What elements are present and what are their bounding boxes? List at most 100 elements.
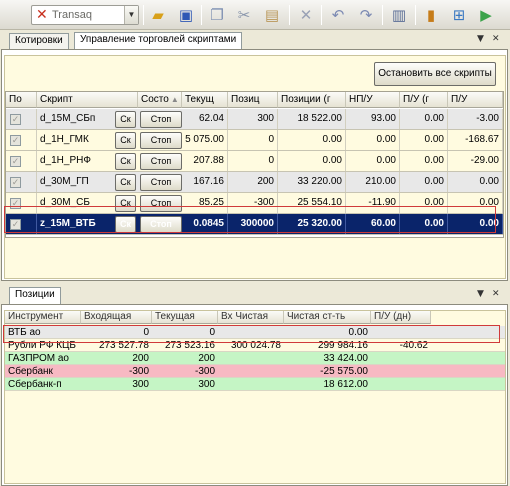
script-row[interactable]: ✓ d_1H_РНФ Ск Стоп 207.88 0 0.00 0.00 0.00 -29.00: [6, 151, 503, 172]
column-header[interactable]: П/У: [448, 92, 503, 108]
checkbox[interactable]: ✓: [10, 114, 21, 125]
close-icon[interactable]: ✕: [492, 289, 500, 299]
cell-posv: 33 220.00: [278, 172, 346, 192]
column-header[interactable]: НП/У: [346, 92, 400, 108]
sort-asc-icon: ▲: [170, 95, 179, 104]
column-header[interactable]: П/У (дн): [371, 311, 431, 324]
script-row[interactable]: ✓ d_15M_СБп Ск Стоп 62.04 300 18 522.00 93.00 0.…: [6, 109, 503, 130]
enabled-cell: ✓: [6, 109, 37, 129]
stop-script-button[interactable]: Стоп: [140, 132, 182, 149]
column-header[interactable]: Состо ▲: [138, 92, 182, 108]
cell-cur: 167.16: [182, 172, 228, 192]
column-header[interactable]: Инструмент: [5, 311, 81, 324]
column-header[interactable]: Текущая: [152, 311, 218, 324]
cell-pos: 0: [228, 130, 278, 150]
column-header[interactable]: Входящая: [81, 311, 152, 324]
cell-name: Сбербанк: [8, 366, 53, 377]
stop-script-button[interactable]: Стоп: [140, 111, 182, 128]
column-header[interactable]: Чистая ст-ть: [284, 311, 371, 324]
cell-pug: 0.00: [400, 151, 448, 171]
column-header[interactable]: Позиции (г: [278, 92, 346, 108]
cell-in: 200: [132, 353, 149, 364]
stop-script-button[interactable]: Стоп: [140, 153, 182, 170]
tab-positions[interactable]: Позиции: [9, 287, 61, 304]
tab-script-trading[interactable]: Управление торговлей скриптами: [74, 32, 243, 49]
script-row[interactable]: ✓ d_30M_ГП Ск Стоп 167.16 200 33 220.00 210.00 0…: [6, 172, 503, 193]
top-tabbar: Котировки Управление торговлей скриптами…: [1, 32, 508, 49]
cell-posv: 18 522.00: [278, 109, 346, 129]
cell-pos: 300: [228, 109, 278, 129]
cell-pug: 0.00: [400, 130, 448, 150]
cell-cur: 62.04: [182, 109, 228, 129]
cell-pu: -3.00: [448, 109, 503, 129]
cell-pu: [371, 378, 431, 391]
stop-script-button[interactable]: Стоп: [140, 174, 182, 191]
cell-innet: [218, 352, 284, 365]
toolbar-divider: [289, 5, 290, 25]
save-icon[interactable]: ▣: [176, 5, 196, 25]
column-header[interactable]: Текущ: [182, 92, 228, 108]
cell-pu: [371, 365, 431, 378]
cell-name: Сбербанк-п: [8, 379, 62, 390]
checkbox[interactable]: ✓: [10, 177, 21, 188]
cell-posv: 0.00: [278, 130, 346, 150]
column-header[interactable]: Позиц: [228, 92, 278, 108]
position-row[interactable]: Сбербанк -300 -300 -25 575.00: [5, 365, 505, 378]
cell-posv: 0.00: [278, 151, 346, 171]
script-settings-button[interactable]: Ск: [115, 153, 136, 170]
connection-name: Transaq: [52, 9, 92, 21]
cell-innet: [218, 378, 284, 391]
script-settings-button[interactable]: Ск: [115, 174, 136, 191]
transaq-logo-icon: ✕: [36, 7, 48, 23]
main-toolbar: ✕ Transaq ▼ ▰ ▣ ❐ ✂ ▤ ✕ ↶ ↷ ▥ ▮ ⊞ ▶: [0, 0, 510, 30]
column-header[interactable]: Скрипт: [37, 92, 138, 108]
bottom-tabbar: Позиции ▼ ✕: [1, 287, 508, 304]
position-row[interactable]: ГАЗПРОМ ао 200 200 33 424.00: [5, 352, 505, 365]
cut-icon[interactable]: ✂: [234, 5, 254, 25]
cell-name: ГАЗПРОМ ао: [8, 353, 69, 364]
cell-cur: 300: [198, 379, 215, 390]
cell-npu: 93.00: [346, 109, 400, 129]
open-folder-icon[interactable]: ▰: [148, 5, 168, 25]
column-header[interactable]: По: [6, 92, 37, 108]
script-settings-button[interactable]: Ск: [115, 111, 136, 128]
connection-selector[interactable]: ✕ Transaq ▼: [31, 5, 139, 25]
enabled-cell: ✓: [6, 172, 37, 192]
checkbox[interactable]: ✓: [10, 156, 21, 167]
column-header[interactable]: Вх Чистая: [218, 311, 284, 324]
cell-cur: 5 075.00: [182, 130, 228, 150]
delete-icon[interactable]: ✕: [296, 5, 316, 25]
cell-cur: -300: [194, 366, 215, 377]
position-row[interactable]: Сбербанк-п 300 300 18 612.00: [5, 378, 505, 391]
copy-icon[interactable]: ❐: [207, 5, 227, 25]
cell-cur: 200: [198, 353, 215, 364]
document-icon[interactable]: ▥: [389, 5, 409, 25]
cell-pos: 0: [228, 151, 278, 171]
chevron-down-icon[interactable]: ▼: [124, 6, 138, 24]
cell-in: 300: [132, 379, 149, 390]
cell-pu: 0.00: [448, 172, 503, 192]
toolbar-divider: [201, 5, 202, 25]
close-icon[interactable]: ✕: [492, 34, 500, 44]
play-icon[interactable]: ▶: [476, 5, 496, 25]
tab-quotes[interactable]: Котировки: [9, 33, 69, 49]
chart-icon[interactable]: ▮: [421, 5, 441, 25]
chevron-down-icon[interactable]: ▼: [477, 289, 484, 299]
toolbar-divider: [415, 5, 416, 25]
script-settings-button[interactable]: Ск: [115, 132, 136, 149]
column-header[interactable]: П/У (г: [400, 92, 448, 108]
chevron-down-icon[interactable]: ▼: [477, 34, 484, 44]
script-row[interactable]: ✓ d_1H_ГМК Ск Стоп 5 075.00 0 0.00 0.00 0.00 -168…: [6, 130, 503, 151]
undo-icon[interactable]: ↶: [328, 5, 348, 25]
stop-all-scripts-button[interactable]: Остановить все скрипты: [374, 62, 496, 86]
cell-pos: 200: [228, 172, 278, 192]
cell-innet: [218, 365, 284, 378]
tree-icon[interactable]: ⊞: [449, 5, 469, 25]
redo-icon[interactable]: ↷: [356, 5, 376, 25]
paste-icon[interactable]: ▤: [262, 5, 282, 25]
enabled-cell: ✓: [6, 151, 37, 171]
cell-cur: 207.88: [182, 151, 228, 171]
cell-npu: 210.00: [346, 172, 400, 192]
checkbox[interactable]: ✓: [10, 135, 21, 146]
cell-pu: -29.00: [448, 151, 503, 171]
